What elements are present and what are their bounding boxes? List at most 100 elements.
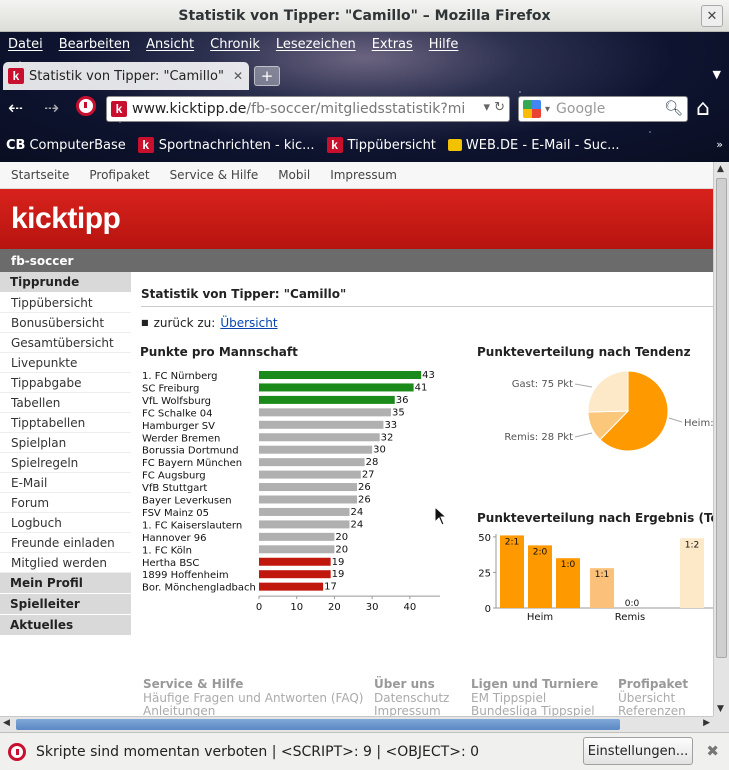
footer-link-referenzen[interactable]: Referenzen [618, 705, 688, 717]
noscript-toolbar-icon[interactable] [76, 96, 96, 121]
team-bar [259, 532, 335, 541]
team-bar [259, 445, 373, 454]
tab-close-icon[interactable]: ✕ [233, 69, 243, 83]
sidebar-item-spielregeln[interactable]: Spielregeln [0, 453, 131, 473]
team-value-label: 36 [396, 395, 409, 406]
pie-label: Heim: [684, 418, 713, 429]
tab-label: Statistik von Tipper: "Camillo" [29, 68, 224, 84]
scroll-down-arrow-icon[interactable]: ▼ [717, 704, 724, 714]
sidebar-item-livepunkte[interactable]: Livepunkte [0, 353, 131, 373]
bookmarks-overflow-chevron-icon[interactable]: » [716, 138, 723, 151]
footer-head-ligen[interactable]: Ligen und Turniere [471, 678, 598, 691]
tab-active[interactable]: k Statistik von Tipper: "Camillo" ✕ [3, 62, 249, 90]
menu-bearbeiten[interactable]: Bearbeiten [59, 37, 130, 59]
bookmark-label: Tippübersicht [347, 137, 436, 153]
menu-extras[interactable]: Extras [372, 37, 413, 59]
window-close-button[interactable]: ✕ [701, 5, 723, 27]
back-arrow-icon[interactable]: ⇠ [8, 98, 23, 119]
menu-chronik[interactable]: Chronik [210, 37, 260, 59]
sidebar-item-spielplan[interactable]: Spielplan [0, 433, 131, 453]
sidebar-item-logbuch[interactable]: Logbuch [0, 513, 131, 533]
footer-head-service[interactable]: Service & Hilfe [143, 678, 363, 691]
footer-head-ueber-uns[interactable]: Über uns [374, 678, 449, 691]
url-bar[interactable]: k www.kicktipp.de/fb-soccer/mitgliedssta… [106, 96, 510, 122]
page-title: Statistik von Tipper: "Camillo" [141, 287, 347, 301]
menu-lesezeichen[interactable]: Lesezeichen [276, 37, 356, 59]
sidebar-item-freunde-einladen[interactable]: Freunde einladen [0, 533, 131, 553]
team-bar [259, 582, 324, 591]
x-tick-label: 10 [290, 602, 303, 612]
y-tick-label: 50 [478, 533, 491, 544]
vertical-scrollbar[interactable]: ▲ ▼ [713, 162, 729, 716]
sidebar-item-bonusuebersicht[interactable]: Bonusübersicht [0, 313, 131, 333]
bookmark-sportnachrichten[interactable]: k Sportnachrichten - kic... [137, 137, 315, 153]
kicktipp-logo[interactable]: kicktipp [11, 202, 121, 236]
team-label: Hertha BSC [142, 558, 199, 569]
team-value-label: 24 [351, 507, 364, 518]
sidebar-item-tippuebersicht[interactable]: Tippübersicht [0, 293, 131, 313]
sidebar-head-tipprunde[interactable]: Tipprunde [0, 272, 131, 293]
tab-list-chevron-icon[interactable]: ▼ [713, 68, 721, 81]
sidebar-item-email[interactable]: E-Mail [0, 473, 131, 493]
team-label: VfL Wolfsburg [142, 396, 211, 407]
home-icon[interactable]: ⌂ [696, 96, 710, 121]
sidebar-item-forum[interactable]: Forum [0, 493, 131, 513]
menu-ansicht[interactable]: Ansicht [146, 37, 194, 59]
search-icon[interactable]: 🔍︎ [664, 99, 683, 117]
team-label: Hannover 96 [142, 533, 207, 544]
team-bar [259, 570, 331, 579]
nav-mobil[interactable]: Mobil [278, 168, 310, 182]
forward-arrow-icon[interactable]: ⇢ [44, 98, 59, 119]
horizontal-scroll-thumb[interactable] [16, 719, 620, 730]
bookmark-tippuebersicht[interactable]: k Tippübersicht [326, 137, 436, 153]
scroll-up-arrow-icon[interactable]: ▲ [717, 164, 724, 174]
sidebar-head-aktuelles[interactable]: Aktuelles [0, 615, 131, 636]
nav-service-hilfe[interactable]: Service & Hilfe [170, 168, 259, 182]
scroll-right-arrow-icon[interactable]: ▶ [703, 718, 710, 728]
result-bar-label: 1:1 [595, 570, 609, 580]
nav-startseite[interactable]: Startseite [11, 168, 69, 182]
webde-icon [447, 139, 462, 151]
settings-button[interactable]: Einstellungen... [583, 737, 693, 765]
pie-leader [574, 383, 593, 388]
team-value-label: 35 [392, 407, 405, 418]
horizontal-scrollbar[interactable]: ◀ ▶ [0, 716, 713, 732]
search-bar[interactable]: ▾ Google 🔍︎ [518, 96, 688, 122]
bookmark-webde[interactable]: WEB.DE - E-Mail - Suc... [447, 138, 620, 153]
team-value-label: 33 [384, 420, 397, 431]
scroll-left-arrow-icon[interactable]: ◀ [3, 718, 10, 728]
google-engine-icon[interactable] [523, 100, 541, 118]
group-bar: fb-soccer [0, 249, 713, 272]
sidebar-item-mitglied-werden[interactable]: Mitglied werden [0, 553, 131, 573]
team-value-label: 20 [335, 532, 348, 543]
site-identity-icon: k [111, 101, 127, 117]
group-name[interactable]: fb-soccer [11, 254, 73, 268]
nav-profipaket[interactable]: Profipaket [89, 168, 149, 182]
notification-close-icon[interactable]: ✖ [706, 742, 719, 760]
sidebar-item-tabellen[interactable]: Tabellen [0, 393, 131, 413]
team-bar [259, 483, 358, 492]
sidebar-item-tippabgabe[interactable]: Tippabgabe [0, 373, 131, 393]
site-header: kicktipp [0, 189, 713, 249]
sidebar-item-gesamtuebersicht[interactable]: Gesamtübersicht [0, 333, 131, 353]
menu-datei[interactable]: Datei [8, 37, 43, 59]
sidebar-head-mein-profil[interactable]: Mein Profil [0, 573, 131, 594]
footer-link-anleitungen[interactable]: Anleitungen [143, 705, 363, 717]
bookmark-computerbase[interactable]: CB ComputerBase [6, 138, 126, 153]
mouse-cursor-icon [434, 506, 446, 526]
url-dropdown-reload-icon[interactable]: ▾ ↻ [479, 100, 505, 115]
footer-link-impressum[interactable]: Impressum [374, 705, 449, 717]
back-link-uebersicht[interactable]: Übersicht [220, 316, 277, 330]
nav-impressum[interactable]: Impressum [330, 168, 397, 182]
vertical-scroll-thumb[interactable] [716, 178, 727, 658]
sidebar-head-spielleiter[interactable]: Spielleiter [0, 594, 131, 615]
result-bar-label: 2:1 [505, 537, 519, 547]
tendency-pie-chart: Heim: Remis: 28 Pkt Gast: 75 Pkt [504, 370, 713, 452]
menu-hilfe[interactable]: Hilfe [429, 37, 459, 59]
bullet-icon: ■ [141, 318, 149, 327]
footer-link-bundesliga[interactable]: Bundesliga Tippspiel [471, 705, 598, 717]
team-label: Werder Bremen [142, 433, 220, 444]
footer-head-profipaket[interactable]: Profipaket [618, 678, 688, 691]
sidebar-item-tipptabellen[interactable]: Tipptabellen [0, 413, 131, 433]
new-tab-button[interactable]: + [254, 66, 280, 86]
